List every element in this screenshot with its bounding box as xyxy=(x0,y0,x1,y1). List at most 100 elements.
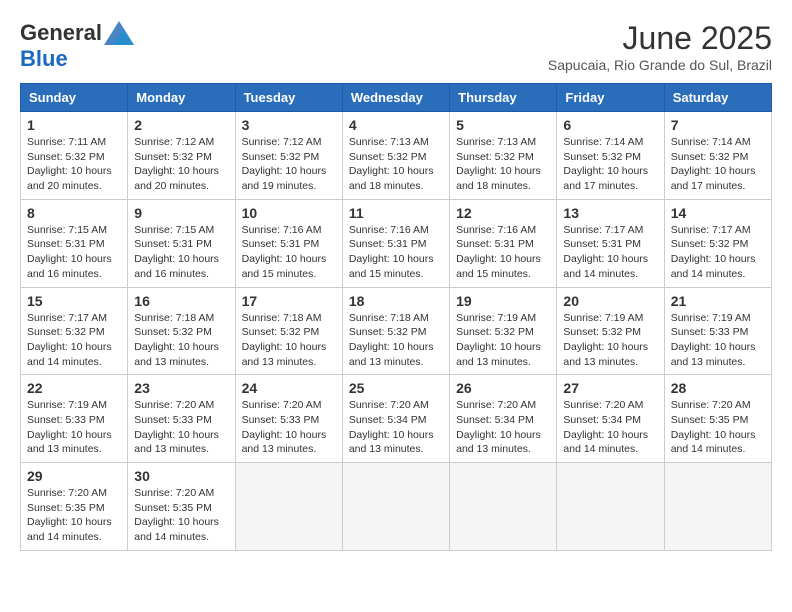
day-info: Sunrise: 7:13 AM Sunset: 5:32 PM Dayligh… xyxy=(456,135,550,194)
calendar-day-cell: 29 Sunrise: 7:20 AM Sunset: 5:35 PM Dayl… xyxy=(21,463,128,551)
day-number: 1 xyxy=(27,117,121,133)
calendar-day-cell: 3 Sunrise: 7:12 AM Sunset: 5:32 PM Dayli… xyxy=(235,112,342,200)
sunrise-label: Sunrise: 7:19 AM xyxy=(671,312,751,324)
day-number: 24 xyxy=(242,380,336,396)
sunset-label: Sunset: 5:33 PM xyxy=(134,414,212,426)
sunset-label: Sunset: 5:34 PM xyxy=(349,414,427,426)
day-number: 9 xyxy=(134,205,228,221)
calendar-day-cell: 7 Sunrise: 7:14 AM Sunset: 5:32 PM Dayli… xyxy=(664,112,771,200)
sunrise-label: Sunrise: 7:15 AM xyxy=(27,224,107,236)
day-number: 4 xyxy=(349,117,443,133)
sunset-label: Sunset: 5:33 PM xyxy=(242,414,320,426)
day-info: Sunrise: 7:15 AM Sunset: 5:31 PM Dayligh… xyxy=(27,223,121,282)
daylight-label: Daylight: 10 hours and 14 minutes. xyxy=(671,429,756,456)
sunset-label: Sunset: 5:32 PM xyxy=(349,326,427,338)
sunset-label: Sunset: 5:32 PM xyxy=(456,151,534,163)
calendar-day-cell xyxy=(664,463,771,551)
day-info: Sunrise: 7:20 AM Sunset: 5:35 PM Dayligh… xyxy=(27,486,121,545)
calendar-day-header: Sunday xyxy=(21,84,128,112)
sunrise-label: Sunrise: 7:20 AM xyxy=(349,399,429,411)
day-info: Sunrise: 7:18 AM Sunset: 5:32 PM Dayligh… xyxy=(349,311,443,370)
day-info: Sunrise: 7:19 AM Sunset: 5:33 PM Dayligh… xyxy=(27,398,121,457)
title-area: June 2025 Sapucaia, Rio Grande do Sul, B… xyxy=(548,20,772,73)
sunrise-label: Sunrise: 7:14 AM xyxy=(563,136,643,148)
calendar-day-cell: 17 Sunrise: 7:18 AM Sunset: 5:32 PM Dayl… xyxy=(235,287,342,375)
daylight-label: Daylight: 10 hours and 20 minutes. xyxy=(134,165,219,192)
calendar-day-cell: 27 Sunrise: 7:20 AM Sunset: 5:34 PM Dayl… xyxy=(557,375,664,463)
sunset-label: Sunset: 5:32 PM xyxy=(27,326,105,338)
calendar-day-cell: 8 Sunrise: 7:15 AM Sunset: 5:31 PM Dayli… xyxy=(21,199,128,287)
sunset-label: Sunset: 5:32 PM xyxy=(134,151,212,163)
day-info: Sunrise: 7:16 AM Sunset: 5:31 PM Dayligh… xyxy=(349,223,443,282)
daylight-label: Daylight: 10 hours and 13 minutes. xyxy=(242,429,327,456)
sunset-label: Sunset: 5:35 PM xyxy=(134,502,212,514)
calendar-day-header: Tuesday xyxy=(235,84,342,112)
sunset-label: Sunset: 5:31 PM xyxy=(134,238,212,250)
daylight-label: Daylight: 10 hours and 20 minutes. xyxy=(27,165,112,192)
calendar-day-cell: 5 Sunrise: 7:13 AM Sunset: 5:32 PM Dayli… xyxy=(450,112,557,200)
calendar-day-cell: 14 Sunrise: 7:17 AM Sunset: 5:32 PM Dayl… xyxy=(664,199,771,287)
calendar-day-cell: 22 Sunrise: 7:19 AM Sunset: 5:33 PM Dayl… xyxy=(21,375,128,463)
daylight-label: Daylight: 10 hours and 16 minutes. xyxy=(134,253,219,280)
sunrise-label: Sunrise: 7:18 AM xyxy=(349,312,429,324)
sunset-label: Sunset: 5:32 PM xyxy=(349,151,427,163)
sunset-label: Sunset: 5:33 PM xyxy=(671,326,749,338)
calendar-day-cell: 9 Sunrise: 7:15 AM Sunset: 5:31 PM Dayli… xyxy=(128,199,235,287)
daylight-label: Daylight: 10 hours and 14 minutes. xyxy=(134,516,219,543)
day-number: 8 xyxy=(27,205,121,221)
calendar-week-row: 29 Sunrise: 7:20 AM Sunset: 5:35 PM Dayl… xyxy=(21,463,772,551)
sunrise-label: Sunrise: 7:11 AM xyxy=(27,136,106,148)
calendar-day-cell: 12 Sunrise: 7:16 AM Sunset: 5:31 PM Dayl… xyxy=(450,199,557,287)
sunrise-label: Sunrise: 7:12 AM xyxy=(242,136,322,148)
day-info: Sunrise: 7:12 AM Sunset: 5:32 PM Dayligh… xyxy=(134,135,228,194)
calendar-day-cell: 13 Sunrise: 7:17 AM Sunset: 5:31 PM Dayl… xyxy=(557,199,664,287)
daylight-label: Daylight: 10 hours and 13 minutes. xyxy=(349,341,434,368)
daylight-label: Daylight: 10 hours and 18 minutes. xyxy=(349,165,434,192)
logo: General Blue xyxy=(20,20,134,72)
daylight-label: Daylight: 10 hours and 15 minutes. xyxy=(349,253,434,280)
day-info: Sunrise: 7:18 AM Sunset: 5:32 PM Dayligh… xyxy=(242,311,336,370)
calendar-day-cell: 26 Sunrise: 7:20 AM Sunset: 5:34 PM Dayl… xyxy=(450,375,557,463)
sunrise-label: Sunrise: 7:13 AM xyxy=(349,136,429,148)
sunset-label: Sunset: 5:35 PM xyxy=(27,502,105,514)
daylight-label: Daylight: 10 hours and 13 minutes. xyxy=(671,341,756,368)
daylight-label: Daylight: 10 hours and 15 minutes. xyxy=(456,253,541,280)
sunrise-label: Sunrise: 7:15 AM xyxy=(134,224,214,236)
day-number: 21 xyxy=(671,293,765,309)
calendar-week-row: 8 Sunrise: 7:15 AM Sunset: 5:31 PM Dayli… xyxy=(21,199,772,287)
day-info: Sunrise: 7:19 AM Sunset: 5:32 PM Dayligh… xyxy=(456,311,550,370)
daylight-label: Daylight: 10 hours and 14 minutes. xyxy=(27,516,112,543)
calendar-day-cell xyxy=(450,463,557,551)
sunrise-label: Sunrise: 7:16 AM xyxy=(456,224,536,236)
calendar-day-cell xyxy=(235,463,342,551)
calendar-day-cell: 24 Sunrise: 7:20 AM Sunset: 5:33 PM Dayl… xyxy=(235,375,342,463)
sunrise-label: Sunrise: 7:17 AM xyxy=(671,224,751,236)
sunset-label: Sunset: 5:32 PM xyxy=(563,151,641,163)
sunrise-label: Sunrise: 7:20 AM xyxy=(671,399,751,411)
calendar-day-header: Saturday xyxy=(664,84,771,112)
day-info: Sunrise: 7:11 AM Sunset: 5:32 PM Dayligh… xyxy=(27,135,121,194)
sunrise-label: Sunrise: 7:18 AM xyxy=(242,312,322,324)
day-info: Sunrise: 7:20 AM Sunset: 5:34 PM Dayligh… xyxy=(349,398,443,457)
sunrise-label: Sunrise: 7:17 AM xyxy=(27,312,107,324)
location: Sapucaia, Rio Grande do Sul, Brazil xyxy=(548,57,772,73)
day-info: Sunrise: 7:20 AM Sunset: 5:34 PM Dayligh… xyxy=(456,398,550,457)
daylight-label: Daylight: 10 hours and 13 minutes. xyxy=(242,341,327,368)
daylight-label: Daylight: 10 hours and 17 minutes. xyxy=(671,165,756,192)
day-info: Sunrise: 7:19 AM Sunset: 5:32 PM Dayligh… xyxy=(563,311,657,370)
day-number: 18 xyxy=(349,293,443,309)
header: General Blue June 2025 Sapucaia, Rio Gra… xyxy=(20,20,772,73)
day-number: 30 xyxy=(134,468,228,484)
sunset-label: Sunset: 5:32 PM xyxy=(242,151,320,163)
day-number: 12 xyxy=(456,205,550,221)
day-info: Sunrise: 7:20 AM Sunset: 5:35 PM Dayligh… xyxy=(671,398,765,457)
daylight-label: Daylight: 10 hours and 14 minutes. xyxy=(563,253,648,280)
sunset-label: Sunset: 5:32 PM xyxy=(27,151,105,163)
sunset-label: Sunset: 5:35 PM xyxy=(671,414,749,426)
day-info: Sunrise: 7:19 AM Sunset: 5:33 PM Dayligh… xyxy=(671,311,765,370)
month-title: June 2025 xyxy=(548,20,772,57)
calendar-day-cell: 20 Sunrise: 7:19 AM Sunset: 5:32 PM Dayl… xyxy=(557,287,664,375)
calendar-header-row: SundayMondayTuesdayWednesdayThursdayFrid… xyxy=(21,84,772,112)
daylight-label: Daylight: 10 hours and 14 minutes. xyxy=(563,429,648,456)
daylight-label: Daylight: 10 hours and 17 minutes. xyxy=(563,165,648,192)
